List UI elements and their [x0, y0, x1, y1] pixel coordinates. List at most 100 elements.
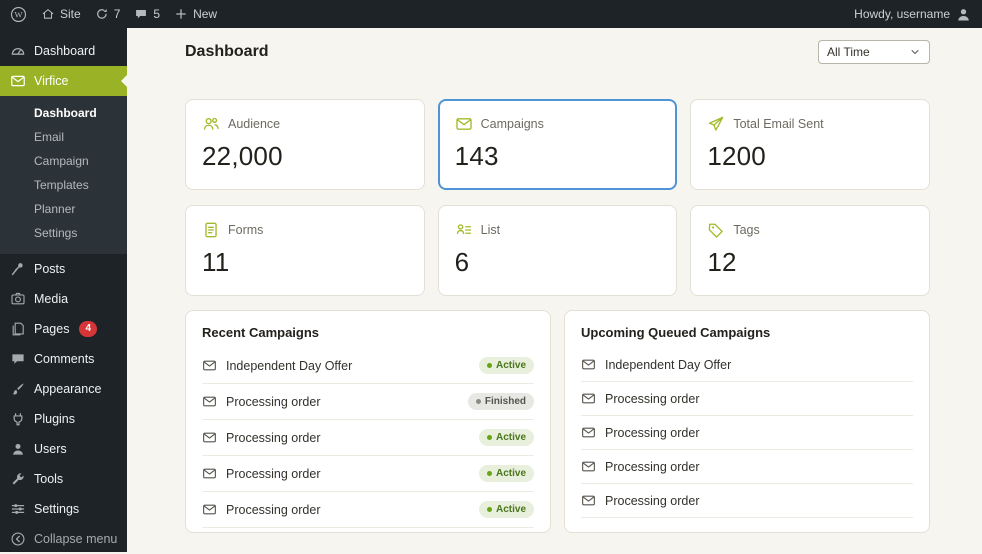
audience-people-icon: [202, 115, 220, 133]
campaign-row[interactable]: Processing order: [581, 416, 913, 450]
sidebar-item-virfice[interactable]: Virfice: [0, 66, 127, 96]
sidebar-item-label: Dashboard: [34, 44, 96, 58]
campaign-row[interactable]: Processing order Active: [202, 492, 534, 528]
paintbrush-icon: [10, 381, 26, 397]
submenu-item-settings[interactable]: Settings: [0, 221, 127, 245]
campaign-name: Processing order: [605, 391, 700, 406]
sidebar-item-label: Comments: [34, 352, 95, 366]
status-dot: [486, 435, 492, 440]
avatar-icon: [955, 6, 972, 23]
campaign-row[interactable]: Processing order Active: [202, 420, 534, 456]
status-text: Active: [495, 504, 526, 515]
sidebar-item-label: Media: [34, 292, 69, 306]
stat-card-campaigns[interactable]: Campaigns 143: [437, 99, 678, 190]
pages-icon: [10, 321, 26, 337]
stat-value: 1200: [707, 141, 766, 171]
sidebar-item-label: Users: [34, 442, 67, 456]
sidebar-item-media[interactable]: Media: [0, 284, 127, 314]
submenu-item-templates[interactable]: Templates: [0, 173, 127, 197]
plus-icon: [174, 7, 188, 21]
tag-icon: [707, 221, 725, 239]
submenu-item-campaign[interactable]: Campaign: [0, 149, 127, 173]
stat-card-audience[interactable]: Audience 22,000: [185, 99, 425, 190]
plug-icon: [10, 411, 26, 427]
sidebar-item-label: Pages: [34, 322, 70, 336]
sidebar-item-users[interactable]: Users: [0, 434, 127, 464]
campaign-name: Processing order: [226, 430, 321, 445]
wordpress-logo-icon: [10, 6, 27, 23]
campaign-row[interactable]: Processing order: [581, 484, 913, 518]
status-text: Active: [495, 360, 526, 371]
submenu-item-planner[interactable]: Planner: [0, 197, 127, 221]
envelope-icon: [581, 493, 596, 508]
campaign-row[interactable]: Processing order: [581, 450, 913, 484]
time-filter-value: All Time: [827, 44, 870, 59]
sidebar-item-dashboard[interactable]: Dashboard: [0, 36, 127, 66]
sidebar-item-label: Appearance: [34, 382, 102, 396]
new-content-link[interactable]: New: [174, 7, 217, 21]
campaign-row[interactable]: Processing order: [581, 382, 913, 416]
campaign-name: Processing order: [226, 466, 321, 481]
collapse-menu-button[interactable]: Collapse menu: [0, 524, 127, 554]
site-label: Site: [60, 7, 81, 21]
status-badge: Active: [478, 465, 534, 482]
campaign-row[interactable]: Independent Day Offer: [581, 348, 913, 382]
status-dot: [475, 399, 481, 404]
new-label: New: [193, 7, 218, 21]
sidebar-item-comments[interactable]: Comments: [0, 344, 127, 374]
envelope-icon: [581, 357, 596, 372]
dashboard-gauge-icon: [10, 43, 26, 59]
stat-card-list[interactable]: List 6: [437, 205, 678, 296]
stat-card-tags[interactable]: Tags 12: [690, 205, 930, 296]
status-badge: Active: [478, 357, 534, 374]
account-menu[interactable]: Howdy, username: [854, 6, 972, 23]
campaign-row[interactable]: Processing order Active: [202, 456, 534, 492]
sidebar-item-pages[interactable]: Pages 4: [0, 314, 127, 344]
campaign-name: Independent Day Offer: [226, 358, 353, 373]
admin-bar: Site 7 5 New Howdy, username: [0, 0, 982, 28]
panel-title: Recent Campaigns: [202, 325, 320, 340]
sidebar-item-label: Posts: [34, 262, 66, 276]
campaign-row[interactable]: Processing order Finished: [202, 384, 534, 420]
sidebar-item-label: Plugins: [34, 412, 75, 426]
stat-label: List: [480, 223, 501, 237]
status-dot: [486, 363, 492, 368]
envelope-icon: [10, 73, 26, 89]
sidebar-item-tools[interactable]: Tools: [0, 464, 127, 494]
comment-icon: [134, 7, 148, 21]
admin-sidebar: Dashboard Virfice Dashboard Email Campai…: [0, 28, 127, 552]
sidebar-item-label: Tools: [34, 472, 64, 486]
wordpress-menu[interactable]: [10, 6, 27, 23]
comments-link[interactable]: 5: [134, 7, 160, 21]
campaign-name: Independent Day Offer: [605, 357, 732, 372]
sidebar-item-posts[interactable]: Posts: [0, 254, 127, 284]
campaign-name: Processing order: [605, 493, 700, 508]
stat-card-forms[interactable]: Forms 11: [185, 205, 425, 296]
sidebar-item-label: Virfice: [34, 74, 69, 88]
envelope-icon: [202, 466, 217, 481]
page-title: Dashboard: [185, 42, 269, 60]
paper-plane-icon: [707, 115, 725, 133]
time-filter-select[interactable]: All Time: [818, 39, 930, 64]
howdy-text: Howdy, username: [854, 7, 950, 21]
collapse-menu-label: Collapse menu: [34, 532, 118, 546]
site-link[interactable]: Site: [41, 7, 81, 21]
campaign-panels: Recent Campaigns Independent Day Offer A…: [185, 310, 930, 533]
comments-count: 5: [153, 7, 161, 21]
campaign-row[interactable]: Independent Day Offer Active: [202, 348, 534, 384]
person-list-icon: [455, 221, 473, 239]
updates-link[interactable]: 7: [95, 7, 120, 21]
stat-label: Forms: [228, 223, 264, 237]
sidebar-item-settings[interactable]: Settings: [0, 494, 127, 524]
status-text: Active: [495, 432, 526, 443]
comment-icon: [10, 351, 26, 367]
sidebar-item-appearance[interactable]: Appearance: [0, 374, 127, 404]
envelope-icon: [581, 391, 596, 406]
updates-icon: [95, 7, 109, 21]
sidebar-item-plugins[interactable]: Plugins: [0, 404, 127, 434]
stat-value: 22,000: [202, 141, 283, 171]
submenu-item-dashboard[interactable]: Dashboard: [0, 101, 127, 125]
stat-card-total-email-sent[interactable]: Total Email Sent 1200: [690, 99, 930, 190]
submenu-item-email[interactable]: Email: [0, 125, 127, 149]
main-content: Dashboard All Time Audience 22,000 Campa…: [127, 28, 982, 552]
